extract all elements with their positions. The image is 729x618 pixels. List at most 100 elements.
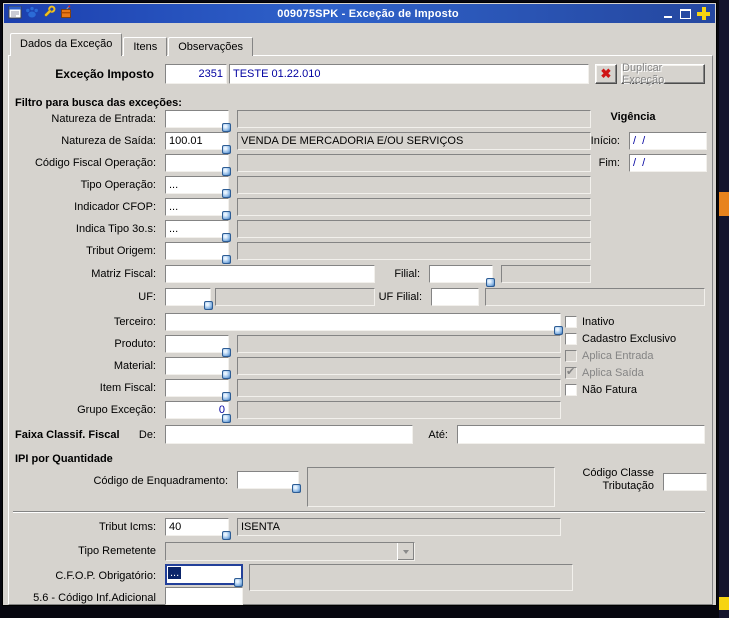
background-accent-orange xyxy=(719,192,729,216)
matriz-fiscal-input[interactable] xyxy=(165,265,375,283)
tribut-origem-input[interactable] xyxy=(165,242,231,264)
fim-input[interactable] xyxy=(629,154,707,172)
lookup-icon[interactable] xyxy=(222,211,231,220)
titlebar[interactable]: 009075SPK - Exceção de Imposto xyxy=(4,4,715,23)
tribut-icms-label: Tribut Icms: xyxy=(98,521,156,533)
minimize-icon[interactable] xyxy=(663,8,675,19)
material-desc xyxy=(237,357,561,375)
tipo-operacao-input[interactable] xyxy=(165,176,231,198)
lookup-icon[interactable] xyxy=(222,123,231,132)
faixa-ate-input[interactable] xyxy=(457,425,705,444)
lookup-icon[interactable] xyxy=(222,189,231,198)
checkbox-label: Aplica Entrada xyxy=(582,350,654,362)
checkbox-box xyxy=(565,365,577,379)
indicador-cfop-input[interactable] xyxy=(165,198,231,220)
lookup-icon[interactable] xyxy=(234,578,243,587)
ipi-section-title: IPI por Quantidade xyxy=(15,453,113,465)
indica-tipo-3os-input[interactable] xyxy=(165,220,231,242)
tribut-origem-desc xyxy=(237,242,591,260)
codigo-enquadramento-desc xyxy=(307,467,555,507)
faixa-de-input[interactable] xyxy=(165,425,413,444)
codigo-inf-adicional-input[interactable] xyxy=(165,587,243,605)
produto-label: Produto: xyxy=(114,338,156,350)
tab-strip: Dados da Exceção Itens Observações xyxy=(10,33,254,56)
package-icon[interactable] xyxy=(59,5,73,22)
tab-observacoes[interactable]: Observações xyxy=(168,37,254,56)
lookup-icon[interactable] xyxy=(222,370,231,379)
checkbox-cadastro-exclusivo[interactable]: Cadastro Exclusivo xyxy=(565,333,676,345)
form-icon[interactable] xyxy=(8,5,22,22)
cfop-obrigatorio-input[interactable]: ... xyxy=(165,564,243,587)
filial-input[interactable] xyxy=(429,265,495,287)
excecao-codigo-input[interactable] xyxy=(165,64,227,84)
checkbox-inativo[interactable]: Inativo xyxy=(565,316,614,328)
checkbox-box xyxy=(565,384,577,396)
lookup-icon[interactable] xyxy=(292,484,301,493)
filial-label: Filial: xyxy=(394,268,420,280)
grupo-excecao-input[interactable] xyxy=(165,401,231,423)
natureza-saida-label: Natureza de Saída: xyxy=(61,135,156,147)
codigo-enquadramento-input[interactable] xyxy=(237,471,301,493)
app-window: 009075SPK - Exceção de Imposto Dados da … xyxy=(2,2,717,606)
uf-filial-input[interactable] xyxy=(431,288,479,306)
tab-dados-da-excecao[interactable]: Dados da Exceção xyxy=(10,33,123,56)
checkbox-nao-fatura[interactable]: Não Fatura xyxy=(565,384,637,396)
codigo-fiscal-operacao-desc xyxy=(237,154,591,172)
tab-itens[interactable]: Itens xyxy=(123,37,168,56)
excecao-codigo-value[interactable] xyxy=(165,64,227,84)
delete-button[interactable]: ✖ xyxy=(595,64,617,84)
item-fiscal-label: Item Fiscal: xyxy=(99,382,156,394)
material-input[interactable] xyxy=(165,357,231,379)
lookup-icon[interactable] xyxy=(222,392,231,401)
codigo-fiscal-operacao-input[interactable] xyxy=(165,154,231,176)
background-accent-yellow xyxy=(719,597,729,610)
window-title: 009075SPK - Exceção de Imposto xyxy=(277,7,459,20)
lookup-icon[interactable] xyxy=(222,531,231,540)
checkbox-aplica-saida: Aplica Saída xyxy=(565,365,644,379)
faixa-section-title: Faixa Classif. Fiscal xyxy=(15,429,120,441)
lookup-icon[interactable] xyxy=(222,414,231,423)
tipo-remetente-value xyxy=(166,543,397,560)
wrench-icon[interactable] xyxy=(42,5,56,22)
lookup-icon[interactable] xyxy=(222,145,231,154)
natureza-saida-input[interactable] xyxy=(165,132,231,154)
terceiro-input[interactable] xyxy=(165,313,563,335)
checkbox-box xyxy=(565,350,577,362)
lookup-icon[interactable] xyxy=(222,255,231,264)
natureza-saida-desc: VENDA DE MERCADORIA E/OU SERVIÇOS xyxy=(237,132,591,150)
lookup-icon[interactable] xyxy=(554,326,563,335)
duplicar-excecao-button: Duplicar Exceção xyxy=(621,62,705,86)
background-strip xyxy=(719,0,729,618)
indica-tipo-3os-desc xyxy=(237,220,591,238)
item-fiscal-input[interactable] xyxy=(165,379,231,401)
titlebar-icons xyxy=(8,5,73,22)
uf-input[interactable] xyxy=(165,288,213,310)
checkbox-box xyxy=(565,316,577,328)
inicio-input[interactable] xyxy=(629,132,707,150)
produto-input[interactable] xyxy=(165,335,231,357)
natureza-entrada-input[interactable] xyxy=(165,110,231,132)
excecao-descricao-input[interactable] xyxy=(229,64,589,84)
excecao-imposto-label: Exceção Imposto xyxy=(55,67,154,81)
indicador-cfop-desc xyxy=(237,198,591,216)
codigo-classe-tributacao-input[interactable] xyxy=(663,473,707,491)
lookup-icon[interactable] xyxy=(222,233,231,242)
lookup-icon[interactable] xyxy=(204,301,213,310)
plus-icon[interactable] xyxy=(696,6,711,21)
grupo-excecao-desc xyxy=(237,401,561,419)
lookup-icon[interactable] xyxy=(222,167,231,176)
tipo-remetente-label: Tipo Remetente xyxy=(78,545,156,557)
excecao-descricao-value[interactable] xyxy=(229,64,589,84)
maximize-icon[interactable] xyxy=(680,8,691,19)
paw-icon[interactable] xyxy=(25,5,39,22)
uf-filial-label: UF Filial: xyxy=(378,291,422,303)
checkbox-label: Cadastro Exclusivo xyxy=(582,333,677,345)
lookup-icon[interactable] xyxy=(222,348,231,357)
lookup-icon[interactable] xyxy=(486,278,495,287)
tribut-icms-input[interactable] xyxy=(165,518,231,540)
tipo-operacao-label: Tipo Operação: xyxy=(80,179,156,191)
natureza-entrada-desc xyxy=(237,110,591,128)
tipo-remetente-select xyxy=(165,542,415,561)
uf-label: UF: xyxy=(138,291,156,303)
terceiro-label: Terceiro: xyxy=(113,316,156,328)
